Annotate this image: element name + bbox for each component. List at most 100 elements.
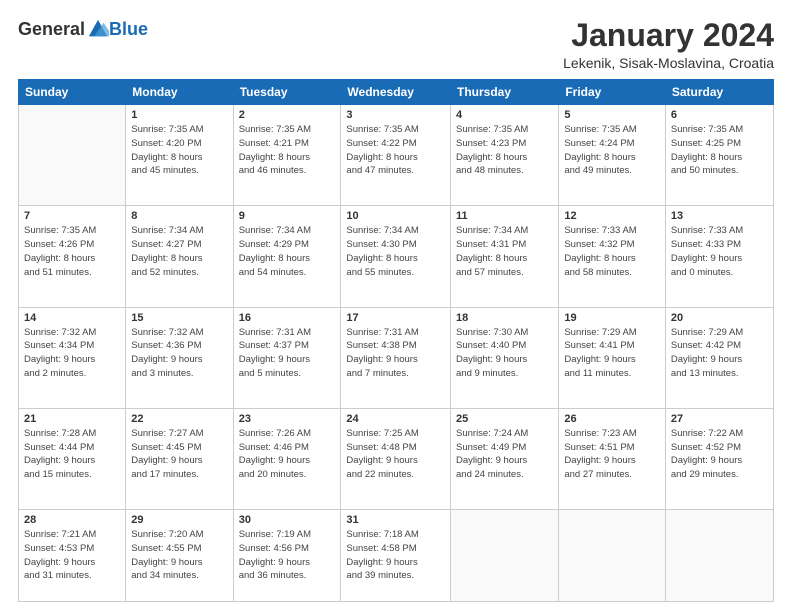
day-cell: 18 Sunrise: 7:30 AMSunset: 4:40 PMDayligh… — [451, 307, 559, 408]
day-info: Sunrise: 7:31 AMSunset: 4:37 PMDaylight:… — [239, 326, 336, 381]
day-cell: 29Sunrise: 7:20 AMSunset: 4:55 PMDayligh… — [126, 510, 233, 602]
day-cell: 7Sunrise: 7:35 AMSunset: 4:26 PMDaylight… — [19, 206, 126, 307]
day-cell — [559, 510, 666, 602]
day-cell: 20Sunrise: 7:29 AMSunset: 4:42 PMDayligh… — [665, 307, 773, 408]
location-title: Lekenik, Sisak-Moslavina, Croatia — [563, 55, 774, 71]
week-row-2: 7Sunrise: 7:35 AMSunset: 4:26 PMDaylight… — [19, 206, 774, 307]
day-number: 14 — [24, 312, 120, 324]
week-row-4: 21 Sunrise: 7:28 AMSunset: 4:44 PMDayligh… — [19, 408, 774, 509]
logo-general: General — [18, 19, 85, 40]
col-saturday: Saturday — [665, 80, 773, 105]
day-cell: 13 Sunrise: 7:33 AMSunset: 4:33 PMDayligh… — [665, 206, 773, 307]
day-cell: 27 Sunrise: 7:22 AMSunset: 4:52 PMDayligh… — [665, 408, 773, 509]
day-info: Sunrise: 7:18 AMSunset: 4:58 PMDaylight:… — [346, 528, 445, 583]
day-number: 5 — [564, 109, 660, 121]
day-number: 10 — [346, 210, 445, 222]
day-cell: 28 Sunrise: 7:21 AMSunset: 4:53 PMDayligh… — [19, 510, 126, 602]
day-number: 7 — [24, 210, 120, 222]
day-cell: 1 Sunrise: 7:35 AMSunset: 4:20 PMDaylight… — [126, 105, 233, 206]
day-cell: 11 Sunrise: 7:34 AMSunset: 4:31 PMDayligh… — [451, 206, 559, 307]
day-number: 27 — [671, 413, 768, 425]
day-cell: 8 Sunrise: 7:34 AMSunset: 4:27 PMDaylight… — [126, 206, 233, 307]
col-tuesday: Tuesday — [233, 80, 341, 105]
day-cell: 30 Sunrise: 7:19 AMSunset: 4:56 PMDayligh… — [233, 510, 341, 602]
day-number: 28 — [24, 514, 120, 526]
day-number: 31 — [346, 514, 445, 526]
day-info: Sunrise: 7:33 AMSunset: 4:32 PMDaylight:… — [564, 224, 660, 279]
day-cell: 19Sunrise: 7:29 AMSunset: 4:41 PMDayligh… — [559, 307, 666, 408]
day-info: Sunrise: 7:35 AMSunset: 4:23 PMDaylight:… — [456, 123, 553, 178]
day-number: 2 — [239, 109, 336, 121]
day-cell: 25 Sunrise: 7:24 AMSunset: 4:49 PMDayligh… — [451, 408, 559, 509]
day-number: 17 — [346, 312, 445, 324]
col-wednesday: Wednesday — [341, 80, 451, 105]
day-number: 23 — [239, 413, 336, 425]
week-row-5: 28 Sunrise: 7:21 AMSunset: 4:53 PMDayligh… — [19, 510, 774, 602]
day-number: 9 — [239, 210, 336, 222]
day-info: Sunrise: 7:34 AMSunset: 4:27 PMDaylight:… — [131, 224, 227, 279]
day-info: Sunrise: 7:23 AMSunset: 4:51 PMDaylight:… — [564, 427, 660, 482]
day-info: Sunrise: 7:35 AMSunset: 4:25 PMDaylight:… — [671, 123, 768, 178]
day-cell: 12Sunrise: 7:33 AMSunset: 4:32 PMDayligh… — [559, 206, 666, 307]
day-info: Sunrise: 7:25 AMSunset: 4:48 PMDaylight:… — [346, 427, 445, 482]
day-number: 18 — [456, 312, 553, 324]
day-number: 19 — [564, 312, 660, 324]
day-cell — [19, 105, 126, 206]
day-info: Sunrise: 7:34 AMSunset: 4:30 PMDaylight:… — [346, 224, 445, 279]
day-info: Sunrise: 7:32 AMSunset: 4:34 PMDaylight:… — [24, 326, 120, 381]
col-sunday: Sunday — [19, 80, 126, 105]
day-number: 30 — [239, 514, 336, 526]
day-cell: 9Sunrise: 7:34 AMSunset: 4:29 PMDaylight… — [233, 206, 341, 307]
logo-area: General Blue — [18, 18, 148, 40]
day-number: 26 — [564, 413, 660, 425]
day-number: 11 — [456, 210, 553, 222]
day-info: Sunrise: 7:19 AMSunset: 4:56 PMDaylight:… — [239, 528, 336, 583]
day-cell: 22 Sunrise: 7:27 AMSunset: 4:45 PMDayligh… — [126, 408, 233, 509]
day-info: Sunrise: 7:34 AMSunset: 4:31 PMDaylight:… — [456, 224, 553, 279]
col-monday: Monday — [126, 80, 233, 105]
header-row: Sunday Monday Tuesday Wednesday Thursday… — [19, 80, 774, 105]
day-number: 25 — [456, 413, 553, 425]
day-number: 21 — [24, 413, 120, 425]
day-info: Sunrise: 7:30 AMSunset: 4:40 PMDaylight:… — [456, 326, 553, 381]
day-info: Sunrise: 7:35 AMSunset: 4:21 PMDaylight:… — [239, 123, 336, 178]
header: General Blue January 2024 Lekenik, Sisak… — [18, 18, 774, 71]
day-number: 1 — [131, 109, 227, 121]
day-cell: 4 Sunrise: 7:35 AMSunset: 4:23 PMDaylight… — [451, 105, 559, 206]
day-cell: 3 Sunrise: 7:35 AMSunset: 4:22 PMDaylight… — [341, 105, 451, 206]
day-info: Sunrise: 7:27 AMSunset: 4:45 PMDaylight:… — [131, 427, 227, 482]
day-cell: 5Sunrise: 7:35 AMSunset: 4:24 PMDaylight… — [559, 105, 666, 206]
day-cell: 16 Sunrise: 7:31 AMSunset: 4:37 PMDayligh… — [233, 307, 341, 408]
day-cell: 21 Sunrise: 7:28 AMSunset: 4:44 PMDayligh… — [19, 408, 126, 509]
logo: General Blue — [18, 18, 148, 40]
day-number: 8 — [131, 210, 227, 222]
day-cell: 31 Sunrise: 7:18 AMSunset: 4:58 PMDayligh… — [341, 510, 451, 602]
day-number: 16 — [239, 312, 336, 324]
day-number: 4 — [456, 109, 553, 121]
day-number: 13 — [671, 210, 768, 222]
day-info: Sunrise: 7:24 AMSunset: 4:49 PMDaylight:… — [456, 427, 553, 482]
day-number: 6 — [671, 109, 768, 121]
day-cell — [451, 510, 559, 602]
col-friday: Friday — [559, 80, 666, 105]
logo-icon — [87, 18, 109, 40]
day-cell: 24Sunrise: 7:25 AMSunset: 4:48 PMDayligh… — [341, 408, 451, 509]
day-info: Sunrise: 7:32 AMSunset: 4:36 PMDaylight:… — [131, 326, 227, 381]
day-number: 22 — [131, 413, 227, 425]
day-cell: 10 Sunrise: 7:34 AMSunset: 4:30 PMDayligh… — [341, 206, 451, 307]
day-info: Sunrise: 7:20 AMSunset: 4:55 PMDaylight:… — [131, 528, 227, 583]
day-cell: 6 Sunrise: 7:35 AMSunset: 4:25 PMDaylight… — [665, 105, 773, 206]
day-info: Sunrise: 7:33 AMSunset: 4:33 PMDaylight:… — [671, 224, 768, 279]
day-number: 3 — [346, 109, 445, 121]
day-info: Sunrise: 7:21 AMSunset: 4:53 PMDaylight:… — [24, 528, 120, 583]
day-info: Sunrise: 7:28 AMSunset: 4:44 PMDaylight:… — [24, 427, 120, 482]
calendar: Sunday Monday Tuesday Wednesday Thursday… — [18, 79, 774, 602]
day-number: 20 — [671, 312, 768, 324]
day-cell: 15Sunrise: 7:32 AMSunset: 4:36 PMDayligh… — [126, 307, 233, 408]
day-info: Sunrise: 7:35 AMSunset: 4:22 PMDaylight:… — [346, 123, 445, 178]
day-cell: 14 Sunrise: 7:32 AMSunset: 4:34 PMDayligh… — [19, 307, 126, 408]
week-row-3: 14 Sunrise: 7:32 AMSunset: 4:34 PMDayligh… — [19, 307, 774, 408]
day-info: Sunrise: 7:22 AMSunset: 4:52 PMDaylight:… — [671, 427, 768, 482]
day-info: Sunrise: 7:35 AMSunset: 4:20 PMDaylight:… — [131, 123, 227, 178]
day-cell: 23Sunrise: 7:26 AMSunset: 4:46 PMDayligh… — [233, 408, 341, 509]
